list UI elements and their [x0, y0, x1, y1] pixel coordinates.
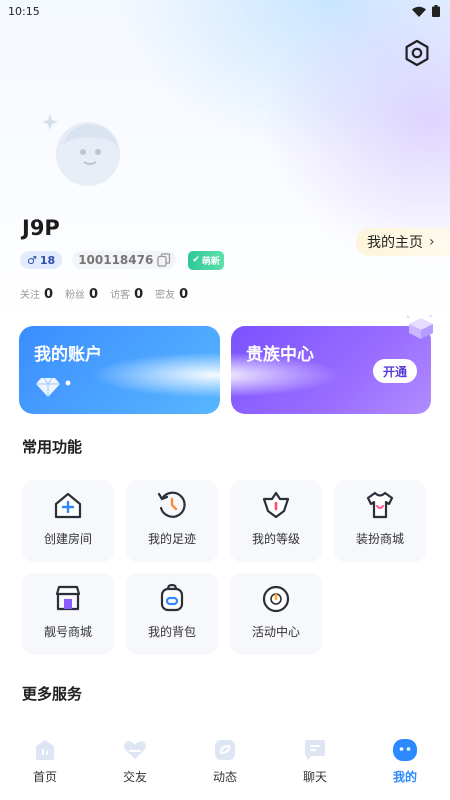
stat-followers[interactable]: 粉丝 0 [65, 286, 98, 302]
status-bar: 10:15 [0, 0, 450, 22]
level-icon [262, 491, 290, 519]
number-shop-icon [55, 585, 81, 611]
feature-label: 活动中心 [251, 625, 300, 639]
feature-backpack[interactable]: 我的背包 [126, 573, 218, 655]
backpack-icon [160, 583, 184, 612]
stat-value: 0 [179, 287, 189, 302]
tab-label: 聊天 [302, 770, 327, 784]
history-icon [157, 491, 186, 518]
stat-label: 粉丝 [65, 290, 86, 301]
feature-label: 我的等级 [251, 532, 300, 546]
stats-row: 关注 0 粉丝 0 访客 0 密友 0 [20, 286, 200, 302]
activity-icon [262, 585, 290, 613]
stat-close-friends[interactable]: 密友 0 [155, 286, 188, 302]
dress-shop-icon [366, 491, 394, 519]
feature-number-shop[interactable]: 靓号商城 [22, 573, 114, 655]
stat-value: 0 [89, 287, 99, 302]
settings-hexagon-icon[interactable] [402, 38, 432, 68]
gender-level-badge: ♂ 18 [20, 251, 63, 269]
tab-label: 交友 [122, 770, 147, 784]
feature-label: 我的背包 [147, 625, 196, 639]
tab-moments[interactable]: 动态 [180, 734, 270, 785]
sprout-icon: ✔ [192, 255, 200, 265]
stat-label: 密友 [155, 290, 176, 301]
bottom-tab-bar: 首页 交友 动态 聊天 我的 [0, 734, 450, 800]
vip-card-title: 贵族中心 [246, 345, 314, 365]
create-room-icon [54, 492, 82, 519]
username: J9P [22, 216, 60, 240]
tab-label: 我的 [392, 770, 417, 784]
battery-icon [432, 5, 440, 17]
feature-create-room[interactable]: 创建房间 [22, 480, 114, 562]
common-functions-title: 常用功能 [22, 438, 83, 456]
my-account-card[interactable]: 我的账户 [19, 326, 220, 414]
stat-label: 关注 [20, 290, 40, 301]
feature-label: 创建房间 [43, 532, 92, 546]
vip-open-button[interactable]: 开通 [372, 359, 417, 383]
newbie-badge: ✔ 萌新 [188, 250, 224, 270]
copy-icon[interactable] [157, 253, 171, 267]
moments-tab-icon [215, 740, 235, 760]
tab-label: 首页 [32, 770, 57, 784]
profile-badges: ♂ 18 100118476 ✔ 萌新 [20, 250, 224, 270]
feature-label: 靓号商城 [43, 625, 92, 639]
status-time: 10:15 [8, 4, 40, 18]
newbie-badge-label: 萌新 [201, 256, 220, 267]
tab-friends[interactable]: 交友 [90, 734, 180, 785]
gift-box-icon [406, 314, 433, 339]
mascot-avatar-icon [42, 114, 120, 186]
stat-following[interactable]: 关注 0 [20, 286, 53, 302]
profile-tab-icon [393, 739, 417, 761]
tab-home[interactable]: 首页 [0, 734, 90, 785]
my-homepage-button[interactable]: 我的主页 › [356, 228, 450, 256]
male-icon: ♂ [27, 253, 37, 267]
feature-label: 装扮商城 [355, 532, 404, 546]
tab-chat[interactable]: 聊天 [270, 734, 360, 785]
feature-activity[interactable]: 活动中心 [230, 573, 322, 655]
stat-label: 访客 [110, 290, 131, 301]
account-card-title: 我的账户 [34, 345, 102, 365]
diamond-icon [36, 377, 60, 397]
user-id: 100118476 [78, 253, 154, 267]
wifi-icon [412, 6, 426, 17]
feature-label: 我的足迹 [147, 532, 196, 546]
feature-level[interactable]: 我的等级 [230, 480, 322, 562]
tab-me[interactable]: 我的 [360, 734, 450, 785]
stat-value: 0 [134, 287, 144, 302]
heart-hands-tab-icon [124, 741, 146, 759]
level-value: 18 [39, 253, 56, 267]
vip-center-card[interactable]: 贵族中心 开通 [231, 326, 431, 414]
more-services-title: 更多服务 [22, 685, 83, 703]
feature-history[interactable]: 我的足迹 [126, 480, 218, 562]
stat-visitors[interactable]: 访客 0 [110, 286, 143, 302]
dot-icon [65, 380, 71, 386]
tab-label: 动态 [212, 770, 237, 784]
feature-dress-shop[interactable]: 装扮商城 [334, 480, 426, 562]
my-homepage-label: 我的主页 [367, 235, 423, 251]
chat-tab-icon [305, 740, 325, 760]
chevron-right-icon: › [429, 234, 435, 250]
home-tab-icon [36, 740, 54, 760]
stat-value: 0 [44, 287, 54, 302]
user-id-badge[interactable]: 100118476 [72, 251, 177, 269]
